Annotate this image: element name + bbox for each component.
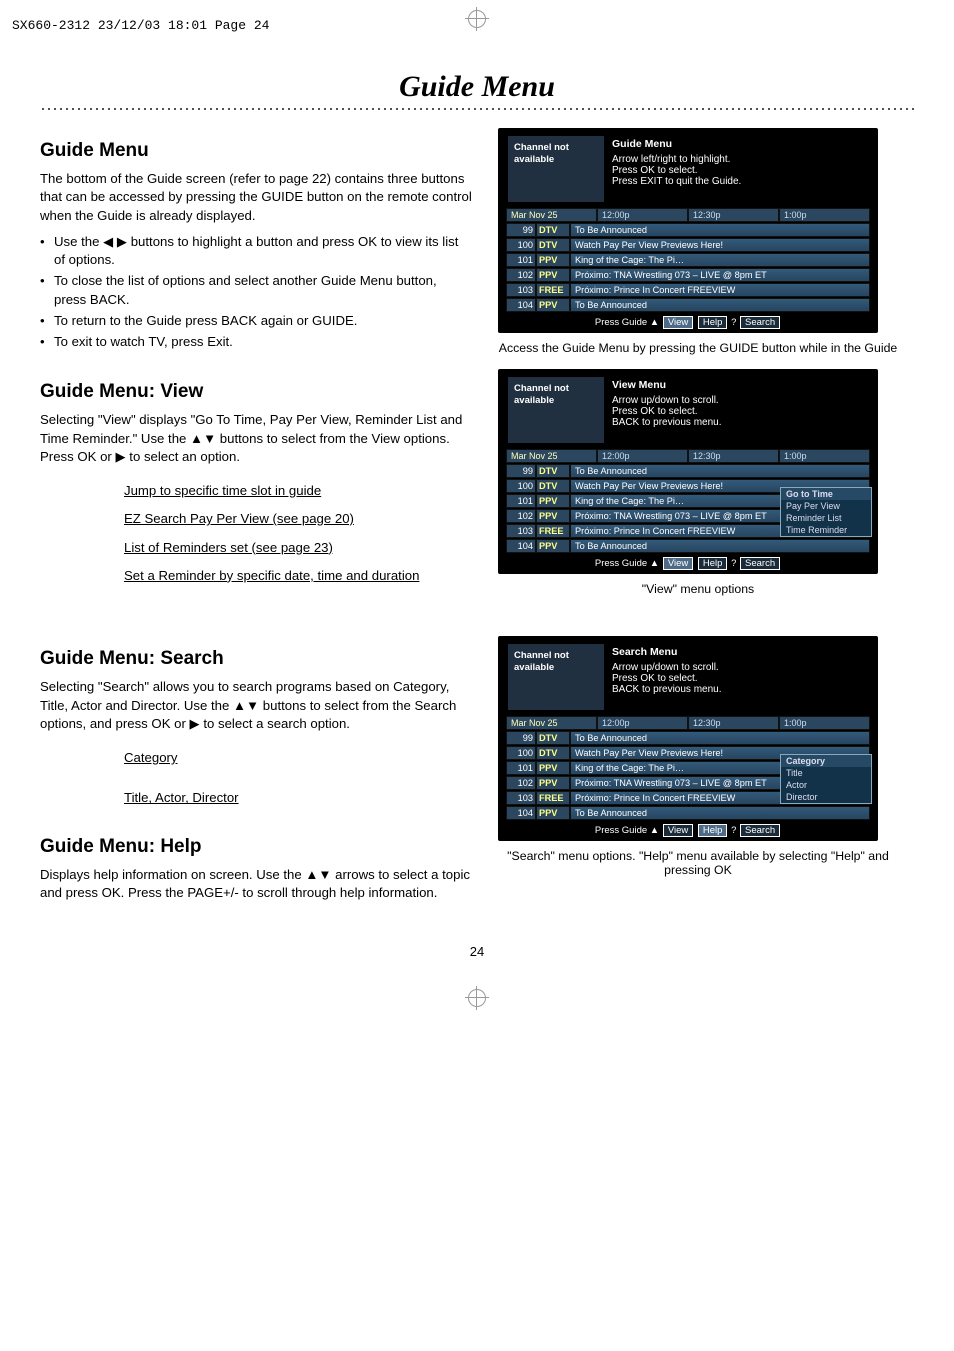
heading-view: Guide Menu: View xyxy=(40,379,472,405)
tv-menu-title: Guide Menu xyxy=(612,138,868,150)
tv-instr: Press EXIT to quit the Guide. xyxy=(612,176,868,187)
link-title-actor-director: Title, Actor, Director xyxy=(124,789,472,807)
page-number: 24 xyxy=(40,944,914,959)
heading-guide-menu: Guide Menu xyxy=(40,138,472,164)
bullet: To exit to watch TV, press Exit. xyxy=(40,333,472,351)
heading-help: Guide Menu: Help xyxy=(40,834,472,860)
tv-menu-title: Search Menu xyxy=(612,646,868,658)
link-jump-time: Jump to specific time slot in guide xyxy=(124,482,472,500)
figure-view-menu: Channel not available View Menu Arrow up… xyxy=(498,369,878,574)
tv-grid: 99DTVTo Be Announced 100DTVWatch Pay Per… xyxy=(506,223,870,312)
guide-menu-bullets: Use the ◀ ▶ buttons to highlight a butto… xyxy=(40,233,472,351)
para-view: Selecting "View" displays "Go To Time, P… xyxy=(40,411,472,466)
divider-dots xyxy=(40,106,914,112)
para-guide-menu: The bottom of the Guide screen (refer to… xyxy=(40,170,472,225)
caption-fig2: "View" menu options xyxy=(498,582,898,596)
para-help: Displays help information on screen. Use… xyxy=(40,866,472,902)
search-popup: Category Title Actor Director xyxy=(780,754,872,804)
tv-instr: Arrow up/down to scroll. xyxy=(612,662,868,673)
figure-search-menu: Channel not available Search Menu Arrow … xyxy=(498,636,878,841)
tv-instr: Press OK to select. xyxy=(612,165,868,176)
link-ez-search: EZ Search Pay Per View (see page 20) xyxy=(124,510,472,528)
tv-preview-box: Channel not available xyxy=(508,644,604,710)
tv-instr: BACK to previous menu. xyxy=(612,684,868,695)
tv-instr: Press OK to select. xyxy=(612,406,868,417)
bullet: Use the ◀ ▶ buttons to highlight a butto… xyxy=(40,233,472,269)
bullet: To close the list of options and select … xyxy=(40,272,472,308)
tv-instr: BACK to previous menu. xyxy=(612,417,868,428)
tv-timebar: Mar Nov 25 12:00p 12:30p 1:00p xyxy=(506,208,870,222)
para-search: Selecting "Search" allows you to search … xyxy=(40,678,472,733)
tv-instr: Press OK to select. xyxy=(612,673,868,684)
link-category: Category xyxy=(124,749,472,767)
bullet: To return to the Guide press BACK again … xyxy=(40,312,472,330)
caption-fig1: Access the Guide Menu by pressing the GU… xyxy=(498,341,898,355)
print-slug: SX660-2312 23/12/03 18:01 Page 24 xyxy=(12,18,269,33)
tv-footer: Press Guide ▲ View Help ? Search xyxy=(506,316,870,329)
link-reminder-list: List of Reminders set (see page 23) xyxy=(124,539,472,557)
page-title: Guide Menu xyxy=(40,70,914,104)
tv-preview-box: Channel not available xyxy=(508,377,604,443)
view-popup: Go to Time Pay Per View Reminder List Ti… xyxy=(780,487,872,537)
heading-search: Guide Menu: Search xyxy=(40,646,472,672)
tv-instr: Arrow up/down to scroll. xyxy=(612,395,868,406)
tv-instr: Arrow left/right to highlight. xyxy=(612,154,868,165)
search-links: Category Title, Actor, Director xyxy=(124,749,472,807)
figure-guide-menu: Channel not available Guide Menu Arrow l… xyxy=(498,128,878,333)
registration-mark-bottom xyxy=(40,989,914,1012)
caption-fig3: "Search" menu options. "Help" menu avail… xyxy=(498,849,898,877)
tv-preview-box: Channel not available xyxy=(508,136,604,202)
view-links: Jump to specific time slot in guide EZ S… xyxy=(124,482,472,585)
tv-menu-title: View Menu xyxy=(612,379,868,391)
link-set-reminder: Set a Reminder by specific date, time an… xyxy=(124,567,472,585)
